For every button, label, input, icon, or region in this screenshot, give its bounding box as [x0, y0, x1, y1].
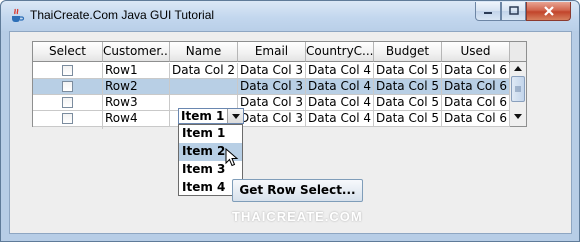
customer-cell[interactable]: Row2	[103, 79, 170, 95]
column-header-country[interactable]: CountryC...	[306, 42, 374, 62]
partial-cell	[33, 127, 103, 129]
table-row-partial	[33, 127, 103, 129]
get-row-select-button[interactable]: Get Row Select...	[232, 179, 363, 202]
country-cell[interactable]: Data Col 4	[306, 95, 374, 111]
name-combo-editor[interactable]: Item 1	[178, 108, 244, 124]
chevron-down-icon	[232, 114, 240, 119]
maximize-icon	[508, 6, 519, 15]
customer-cell[interactable]: Row3	[103, 95, 170, 111]
column-header-used[interactable]: Used	[442, 42, 510, 62]
scroll-thumb[interactable]	[511, 76, 525, 102]
customer-cell[interactable]: Row1	[103, 63, 170, 79]
minimize-icon	[484, 12, 492, 14]
scroll-up-arrow-icon[interactable]	[511, 62, 525, 76]
row-checkbox[interactable]	[62, 81, 73, 92]
column-header-email[interactable]: Email	[238, 42, 306, 62]
name-cell-editing[interactable]	[170, 79, 238, 95]
maximize-button[interactable]	[501, 2, 526, 21]
watermark-text: THAICREATE.COM	[232, 209, 363, 224]
row-checkbox[interactable]	[62, 65, 73, 76]
select-cell[interactable]	[33, 63, 103, 79]
combo-selected-value: Item 1	[181, 109, 225, 123]
minimize-button[interactable]	[475, 2, 501, 21]
country-cell[interactable]: Data Col 4	[306, 79, 374, 95]
combo-arrow-button[interactable]	[227, 109, 243, 123]
country-cell[interactable]: Data Col 4	[306, 111, 374, 127]
budget-cell[interactable]: Data Col 5	[374, 111, 442, 127]
close-button[interactable]	[526, 2, 571, 21]
select-cell[interactable]	[33, 79, 103, 95]
data-table[interactable]: Select Customer... Name Email CountryC..…	[32, 41, 510, 129]
column-header-name[interactable]: Name	[170, 42, 238, 62]
used-cell[interactable]: Data Col 6	[442, 63, 510, 79]
column-header-budget[interactable]: Budget	[374, 42, 442, 62]
java-cup-icon	[12, 8, 25, 22]
close-icon	[543, 6, 554, 16]
window-title: ThaiCreate.Com Java GUI Tutorial	[30, 8, 215, 22]
scroll-corner	[510, 42, 526, 62]
budget-cell[interactable]: Data Col 5	[374, 63, 442, 79]
table-vertical-scrollbar[interactable]	[510, 41, 527, 127]
dropdown-option[interactable]: Item 1	[179, 125, 242, 143]
email-cell[interactable]: Data Col 3	[238, 111, 306, 127]
column-header-customer[interactable]: Customer...	[103, 42, 170, 62]
name-cell[interactable]: Data Col 2	[170, 63, 238, 79]
column-header-select[interactable]: Select	[33, 42, 103, 62]
table-row[interactable]: Row3 Data Col 3 Data Col 4 Data Col 5 Da…	[33, 95, 510, 111]
table-row[interactable]: Row4 Data Col 3 Data Col 4 Data Col 5 Da…	[33, 111, 510, 127]
table-row-selected[interactable]: Row2 Data Col 3 Data Col 4 Data Col 5 Da…	[33, 79, 510, 95]
budget-cell[interactable]: Data Col 5	[374, 79, 442, 95]
used-cell[interactable]: Data Col 6	[442, 111, 510, 127]
used-cell[interactable]: Data Col 6	[442, 95, 510, 111]
email-cell[interactable]: Data Col 3	[238, 63, 306, 79]
mouse-pointer-icon	[225, 148, 239, 167]
email-cell[interactable]: Data Col 3	[238, 79, 306, 95]
country-cell[interactable]: Data Col 4	[306, 63, 374, 79]
table-row[interactable]: Row1 Data Col 2 Data Col 3 Data Col 4 Da…	[33, 63, 510, 79]
title-bar[interactable]: ThaiCreate.Com Java GUI Tutorial	[1, 1, 579, 31]
row-checkbox[interactable]	[62, 97, 73, 108]
used-cell[interactable]: Data Col 6	[442, 79, 510, 95]
email-cell[interactable]: Data Col 3	[238, 95, 306, 111]
customer-cell[interactable]: Row4	[103, 111, 170, 127]
table-header: Select Customer... Name Email CountryC..…	[33, 42, 510, 62]
select-cell[interactable]	[33, 95, 103, 111]
select-cell[interactable]	[33, 111, 103, 127]
budget-cell[interactable]: Data Col 5	[374, 95, 442, 111]
grip-icon	[515, 86, 521, 92]
scroll-down-arrow-icon[interactable]	[511, 109, 525, 123]
row-checkbox[interactable]	[62, 113, 73, 124]
